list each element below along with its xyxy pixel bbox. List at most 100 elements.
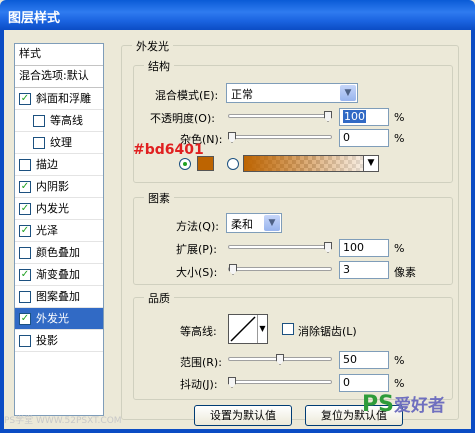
style-item-checkbox[interactable]	[19, 246, 31, 259]
range-unit: %	[394, 354, 405, 367]
style-item-label: 渐变叠加	[36, 267, 80, 281]
blend-mode-value: 正常	[231, 88, 253, 101]
style-item-checkbox[interactable]	[19, 158, 31, 171]
style-item[interactable]: ✓ 光泽	[15, 220, 103, 242]
opacity-slider[interactable]	[228, 108, 332, 124]
noise-unit: %	[394, 132, 405, 145]
watermark-right: PS爱好者	[362, 391, 445, 417]
style-item-checkbox[interactable]: ✓	[19, 312, 31, 325]
jitter-input[interactable]: 0	[339, 374, 389, 392]
antialias-checkbox[interactable]	[282, 323, 294, 335]
spread-label: 扩展(P):	[176, 243, 217, 256]
style-items: ✓ 斜面和浮雕等高线纹理描边 ✓ 内阴影 ✓ 内发光 ✓ 光泽颜色叠加 ✓ 渐变叠加图案叠加 ✓ 外发…	[15, 88, 103, 352]
style-item[interactable]: ✓ 内发光	[15, 198, 103, 220]
style-item[interactable]: 纹理	[15, 132, 103, 154]
size-slider-thumb[interactable]	[229, 264, 237, 275]
size-slider[interactable]	[228, 261, 332, 277]
technique-value: 柔和	[231, 218, 253, 231]
range-slider-thumb[interactable]	[276, 354, 284, 365]
style-item-checkbox[interactable]	[33, 114, 45, 127]
style-item-label: 光泽	[36, 223, 58, 237]
noise-input[interactable]: 0	[339, 129, 389, 147]
window-frame-right	[471, 30, 475, 433]
color-annotation: #bd6401	[133, 142, 204, 158]
size-slider-track	[228, 267, 332, 271]
style-item-label: 内发光	[36, 201, 69, 215]
solid-color-radio[interactable]	[179, 158, 191, 170]
chevron-down-icon[interactable]: ▼	[363, 155, 379, 172]
structure-title: 结构	[144, 58, 174, 74]
style-item-checkbox[interactable]	[33, 136, 45, 149]
contour-curve-icon	[230, 316, 256, 342]
style-item-checkbox[interactable]: ✓	[19, 180, 31, 193]
style-item[interactable]: ✓ 内阴影	[15, 176, 103, 198]
style-item-label: 纹理	[50, 135, 72, 149]
glow-color-swatch[interactable]	[197, 156, 214, 171]
noise-slider-thumb[interactable]	[228, 132, 236, 143]
style-item[interactable]: 图案叠加	[15, 286, 103, 308]
make-default-button[interactable]: 设置为默认值	[194, 405, 292, 426]
style-item[interactable]: ✓ 斜面和浮雕	[15, 88, 103, 110]
antialias-label: 消除锯齿(L)	[298, 325, 357, 338]
style-item[interactable]: 颜色叠加	[15, 242, 103, 264]
jitter-unit: %	[394, 377, 405, 390]
style-item-checkbox[interactable]: ✓	[19, 92, 31, 105]
style-item[interactable]: 等高线	[15, 110, 103, 132]
style-item-label: 描边	[36, 157, 58, 171]
style-item-label: 颜色叠加	[36, 245, 80, 259]
elements-title: 图素	[144, 190, 174, 206]
blend-mode-select[interactable]: 正常 ▼	[226, 83, 358, 103]
spread-input[interactable]: 100	[339, 239, 389, 257]
style-item-checkbox[interactable]	[19, 334, 31, 347]
range-slider[interactable]	[228, 351, 332, 367]
contour-picker[interactable]: ▼	[228, 314, 268, 344]
opacity-input[interactable]: 100	[339, 108, 389, 126]
opacity-label: 不透明度(O):	[150, 112, 215, 125]
window-title: 图层样式	[0, 0, 475, 30]
style-item-label: 投影	[36, 333, 58, 347]
chevron-down-icon: ▼	[340, 85, 356, 101]
spread-slider-track	[228, 245, 332, 249]
spread-unit: %	[394, 242, 405, 255]
style-item[interactable]: 描边	[15, 154, 103, 176]
opacity-slider-thumb[interactable]	[324, 111, 332, 122]
blend-mode-label: 混合模式(E):	[155, 89, 219, 102]
style-item-checkbox[interactable]	[19, 290, 31, 303]
style-item[interactable]: ✓ 渐变叠加	[15, 264, 103, 286]
blending-options-item[interactable]: 混合选项:默认	[15, 66, 103, 88]
technique-select[interactable]: 柔和 ▼	[226, 213, 282, 233]
jitter-slider-thumb[interactable]	[228, 377, 236, 388]
chevron-down-icon: ▼	[257, 315, 267, 343]
style-item-label: 图案叠加	[36, 289, 80, 303]
noise-slider[interactable]	[228, 129, 332, 145]
style-list-header[interactable]: 样式	[15, 44, 103, 66]
size-input[interactable]: 3	[339, 261, 389, 279]
style-item-label: 外发光	[36, 311, 69, 325]
opacity-value: 100	[343, 110, 366, 123]
range-input[interactable]: 50	[339, 351, 389, 369]
style-item[interactable]: ✓ 外发光	[15, 308, 103, 330]
style-list: 样式 混合选项:默认 ✓ 斜面和浮雕 等高线 纹理 描边 ✓ 内阴影 ✓ 内发光 ✓ 光泽 颜色叠加 ✓…	[14, 43, 104, 416]
style-item[interactable]: 投影	[15, 330, 103, 352]
opacity-slider-track	[228, 114, 332, 118]
style-item-label: 斜面和浮雕	[36, 91, 91, 105]
outer-glow-title: 外发光	[132, 38, 173, 54]
chevron-down-icon: ▼	[264, 215, 280, 231]
style-item-label: 内阴影	[36, 179, 69, 193]
spread-slider[interactable]	[228, 239, 332, 255]
watermark-right-main: PS	[362, 392, 394, 417]
contour-label: 等高线:	[180, 325, 217, 338]
style-item-checkbox[interactable]: ✓	[19, 268, 31, 281]
quality-title: 品质	[144, 290, 174, 306]
glow-gradient-picker[interactable]: ▼	[243, 155, 379, 172]
spread-slider-thumb[interactable]	[324, 242, 332, 253]
opacity-unit: %	[394, 111, 405, 124]
noise-slider-track	[228, 135, 332, 139]
gradient-radio[interactable]	[227, 158, 239, 170]
jitter-label: 抖动(J):	[180, 378, 218, 391]
jitter-slider[interactable]	[228, 374, 332, 390]
style-item-checkbox[interactable]: ✓	[19, 224, 31, 237]
style-item-checkbox[interactable]: ✓	[19, 202, 31, 215]
watermark-right-sub: 爱好者	[393, 396, 445, 416]
size-label: 大小(S):	[176, 266, 218, 279]
